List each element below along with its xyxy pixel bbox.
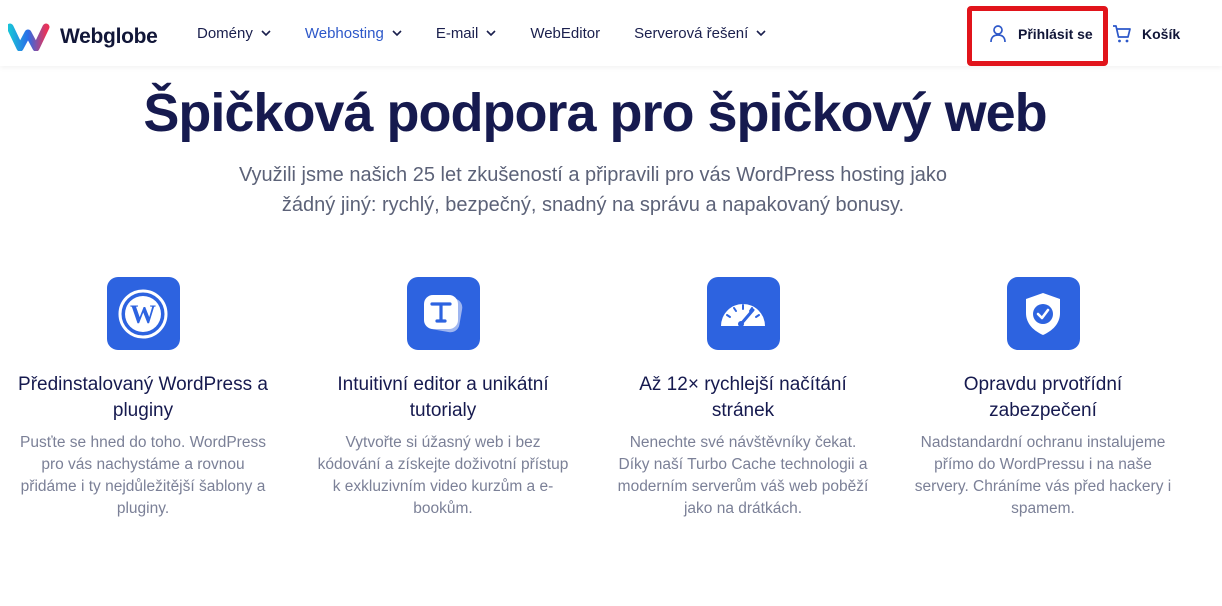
nav-label: Domény	[197, 24, 253, 42]
nav-item-webeditor[interactable]: WebEditor	[530, 25, 600, 42]
main-nav: Domény Webhosting E-mail WebEditor Serve…	[197, 0, 800, 66]
feature-text: Nenechte své návštěvníky čekat. Díky naš…	[617, 434, 869, 517]
nav-item-email[interactable]: E-mail	[436, 25, 497, 42]
logo-text: Webglobe	[60, 25, 158, 48]
cart-button[interactable]: Košík	[1112, 24, 1180, 44]
feature-title: Předinstalovaný WordPress a pluginy	[18, 374, 268, 421]
cart-label: Košík	[1142, 26, 1181, 42]
wordpress-icon: W	[106, 277, 180, 350]
text-editor-icon	[406, 277, 480, 350]
feature-title: Opravdu prvotřídní zabezpečení	[963, 374, 1123, 421]
page-subtitle: Využili jsme našich 25 let zkušeností a …	[238, 164, 948, 216]
feature-wordpress: W Předinstalovaný WordPress a pluginy Pu…	[8, 277, 278, 520]
feature-speed: Až 12× rychlejší načítání stránek Nenech…	[608, 277, 878, 520]
nav-label: Webhosting	[304, 24, 384, 42]
webglobe-logo[interactable]: Webglobe	[8, 22, 158, 52]
nav-item-domeny[interactable]: Domény	[197, 25, 271, 42]
page-title: Špičková podpora pro špičkový web	[143, 83, 1047, 143]
nav-label: WebEditor	[530, 24, 601, 42]
user-icon	[990, 25, 1006, 43]
nav-item-serverova-reseni[interactable]: Serverová řešení	[634, 25, 766, 42]
cart-icon	[1113, 25, 1131, 43]
chevron-down-icon	[261, 28, 271, 38]
feature-security: Opravdu prvotřídní zabezpečení Nadstanda…	[908, 277, 1178, 520]
login-label: Přihlásit se	[1018, 26, 1093, 42]
feature-editor: Intuitivní editor a unikátní tutorialy V…	[308, 277, 578, 520]
feature-text: Nadstandardní ochranu instalujeme přímo …	[914, 434, 1172, 517]
nav-label: E-mail	[435, 24, 479, 42]
chevron-down-icon	[392, 28, 402, 38]
nav-label: Serverová řešení	[634, 24, 749, 42]
feature-title: Intuitivní editor a unikátní tutorialy	[337, 374, 549, 421]
site-header: Webglobe Domény Webhosting E-mail WebEdi…	[0, 0, 1222, 66]
speedometer-icon	[706, 277, 780, 350]
shield-check-icon	[1006, 277, 1080, 350]
login-button[interactable]: Přihlásit se	[988, 24, 1093, 44]
logo-mark-icon	[8, 23, 50, 51]
feature-title: Až 12× rychlejší načítání stránek	[639, 374, 847, 421]
chevron-down-icon	[486, 28, 496, 38]
nav-item-webhosting[interactable]: Webhosting	[305, 25, 402, 42]
feature-text: Pusťte se hned do toho. WordPress pro vá…	[20, 434, 266, 517]
chevron-down-icon	[756, 28, 766, 38]
feature-text: Vytvořte si úžasný web i bez kódování a …	[317, 434, 569, 517]
svg-text:W: W	[130, 300, 156, 329]
